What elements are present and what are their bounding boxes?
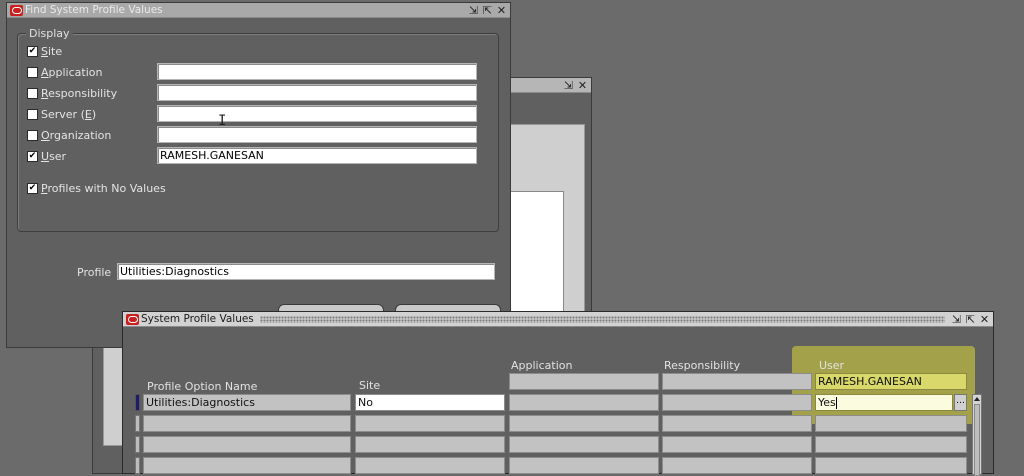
- row-indicator[interactable]: [135, 457, 140, 474]
- text-caret: [835, 397, 837, 409]
- profiles-no-values-checkbox-row[interactable]: ✔ Profiles with No Values: [27, 182, 166, 195]
- user-cell[interactable]: [815, 457, 967, 474]
- user-cell[interactable]: [815, 415, 967, 432]
- header-site: Site: [359, 379, 381, 392]
- close-icon[interactable]: ✕: [979, 314, 990, 325]
- values-window-title: System Profile Values: [141, 313, 254, 325]
- system-profile-values-window: System Profile Values ⇲ ⇱ ✕ Application …: [122, 311, 994, 476]
- organization-checkbox[interactable]: [27, 130, 38, 141]
- user-label: User: [41, 150, 67, 163]
- site-cell[interactable]: [355, 436, 505, 453]
- responsibility-context-field[interactable]: [662, 373, 812, 390]
- application-label: Application: [41, 66, 103, 79]
- user-field[interactable]: RAMESH.GANESAN: [157, 147, 477, 164]
- server-checkbox-row[interactable]: Server (E): [27, 108, 96, 121]
- row-indicator[interactable]: [135, 415, 140, 432]
- header-application: Application: [511, 359, 573, 372]
- user-checkbox-row[interactable]: ✔ User: [27, 150, 66, 163]
- row-indicator[interactable]: [135, 436, 140, 453]
- site-cell[interactable]: [355, 415, 505, 432]
- responsibility-cell[interactable]: [662, 436, 812, 453]
- application-cell[interactable]: [509, 436, 659, 453]
- application-checkbox-row[interactable]: Application: [27, 66, 102, 79]
- profiles-no-values-label: Profiles with No Values: [41, 182, 166, 195]
- application-cell[interactable]: [509, 415, 659, 432]
- header-profile-option-name: Profile Option Name: [147, 380, 258, 393]
- site-value-cell[interactable]: No: [355, 394, 505, 411]
- responsibility-value-cell[interactable]: [662, 394, 812, 411]
- user-checkbox[interactable]: ✔: [27, 151, 38, 162]
- vertical-scrollbar[interactable]: [972, 394, 982, 476]
- profile-option-name-cell[interactable]: [143, 436, 351, 453]
- find-window-title: Find System Profile Values: [25, 4, 163, 16]
- display-group-label: Display: [26, 27, 73, 40]
- close-icon[interactable]: ✕: [496, 5, 507, 16]
- oracle-logo-icon: [126, 313, 139, 325]
- text-cursor-icon: I: [218, 113, 227, 129]
- values-window-titlebar[interactable]: System Profile Values ⇲ ⇱ ✕: [123, 312, 993, 327]
- organization-checkbox-row[interactable]: Organization: [27, 129, 111, 142]
- user-cell[interactable]: [815, 436, 967, 453]
- profile-option-name-cell[interactable]: Utilities:Diagnostics: [143, 394, 351, 411]
- profile-field[interactable]: Utilities:Diagnostics: [117, 263, 495, 280]
- minimize-icon[interactable]: ⇲: [951, 314, 962, 325]
- profile-option-name-cell[interactable]: [143, 457, 351, 474]
- minimize-icon[interactable]: ⇲: [468, 5, 479, 16]
- responsibility-checkbox-row[interactable]: Responsibility: [27, 87, 117, 100]
- restore-icon[interactable]: ⇱: [482, 5, 493, 16]
- find-profile-window: Find System Profile Values ⇲ ⇱ ✕ Display…: [6, 2, 511, 348]
- profile-label: Profile: [77, 266, 112, 279]
- user-value-text: Yes: [818, 396, 836, 409]
- scroll-thumb[interactable]: [974, 404, 980, 476]
- header-user: User: [819, 359, 845, 372]
- organization-field[interactable]: [157, 126, 477, 143]
- responsibility-cell[interactable]: [662, 415, 812, 432]
- application-context-field[interactable]: [509, 373, 659, 390]
- titlebar-grip: [259, 315, 945, 323]
- header-responsibility: Responsibility: [664, 359, 741, 372]
- restore-icon[interactable]: ⇱: [965, 314, 976, 325]
- site-checkbox-row[interactable]: ✔ Site: [27, 45, 62, 58]
- site-label: Site: [41, 45, 63, 58]
- server-field[interactable]: [157, 105, 477, 122]
- profiles-no-values-checkbox[interactable]: ✔: [27, 183, 38, 194]
- scroll-up-arrow-icon[interactable]: [974, 397, 980, 401]
- responsibility-cell[interactable]: [662, 457, 812, 474]
- oracle-logo-icon: [10, 4, 23, 16]
- server-checkbox[interactable]: [27, 109, 38, 120]
- application-cell[interactable]: [509, 457, 659, 474]
- row-indicator[interactable]: [135, 394, 140, 411]
- site-checkbox[interactable]: ✔: [27, 46, 38, 57]
- application-value-cell[interactable]: [509, 394, 659, 411]
- user-context-field[interactable]: RAMESH.GANESAN: [815, 373, 967, 390]
- close-icon[interactable]: ✕: [577, 80, 588, 91]
- background-panel-inner: [502, 191, 564, 323]
- minimize-icon[interactable]: ⇲: [563, 80, 574, 91]
- site-cell[interactable]: [355, 457, 505, 474]
- server-label: Server (E): [41, 108, 97, 121]
- organization-label: Organization: [41, 129, 112, 142]
- find-window-titlebar[interactable]: Find System Profile Values ⇲ ⇱ ✕: [7, 3, 510, 18]
- application-checkbox[interactable]: [27, 67, 38, 78]
- responsibility-checkbox[interactable]: [27, 88, 38, 99]
- lov-button[interactable]: …: [954, 394, 967, 411]
- user-value-cell[interactable]: Yes: [815, 394, 953, 411]
- responsibility-field[interactable]: [157, 84, 477, 101]
- responsibility-label: Responsibility: [41, 87, 118, 100]
- application-field[interactable]: [157, 63, 477, 80]
- profile-option-name-cell[interactable]: [143, 415, 351, 432]
